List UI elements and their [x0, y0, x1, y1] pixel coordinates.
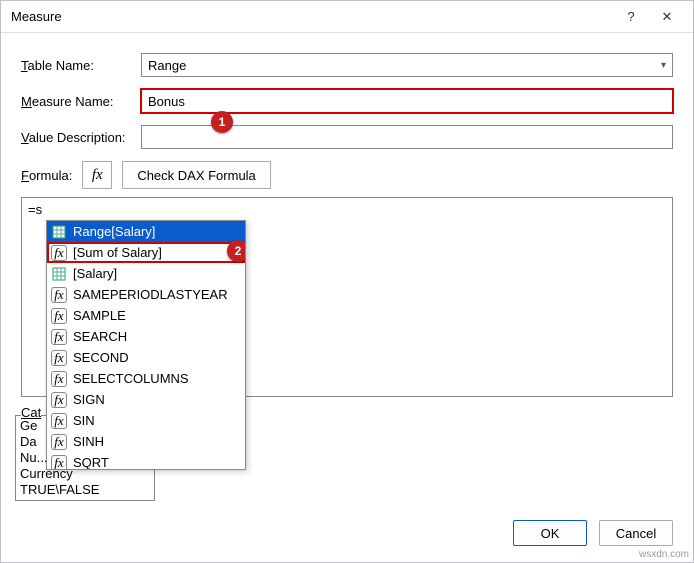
ok-button[interactable]: OK: [513, 520, 587, 546]
autocomplete-item-label: SAMPLE: [73, 308, 126, 323]
table-name-value: Range: [148, 58, 186, 73]
autocomplete-item[interactable]: fx SIN: [47, 410, 245, 431]
autocomplete-item[interactable]: fx SECOND: [47, 347, 245, 368]
annotation-badge-2: 2: [227, 240, 245, 262]
table-name-select[interactable]: Range ▾: [141, 53, 673, 77]
help-icon: ?: [627, 9, 634, 24]
fx-icon: fx: [51, 329, 67, 345]
autocomplete-item-label: [Salary]: [73, 266, 117, 281]
autocomplete-item-label: Range[Salary]: [73, 224, 155, 239]
title-bar: Measure ? ✕: [1, 1, 693, 33]
category-label: Cat: [21, 405, 41, 420]
fx-icon: fx: [51, 245, 67, 261]
autocomplete-item[interactable]: fx SQRT: [47, 452, 245, 469]
dialog-content: Table Name: Range ▾ Measure Name: 1 Valu…: [1, 33, 693, 508]
measure-dialog: Measure ? ✕ Table Name: Range ▾ Measure …: [0, 0, 694, 563]
fx-icon: fx: [51, 350, 67, 366]
close-icon: ✕: [662, 9, 673, 25]
autocomplete-item[interactable]: Range[Salary]: [47, 221, 245, 242]
fx-icon: fx: [51, 455, 67, 470]
autocomplete-item[interactable]: [Salary]: [47, 263, 245, 284]
formula-text: =s: [28, 202, 42, 217]
cancel-button[interactable]: Cancel: [599, 520, 673, 546]
formula-label: Formula:: [21, 168, 72, 183]
measure-name-input[interactable]: [141, 89, 673, 113]
autocomplete-item[interactable]: fx SINH: [47, 431, 245, 452]
fx-icon: fx: [51, 434, 67, 450]
dialog-buttons: OK Cancel: [1, 508, 693, 562]
fx-icon: fx: [51, 287, 67, 303]
check-dax-button[interactable]: Check DAX Formula: [122, 161, 270, 189]
autocomplete-dropdown: Range[Salary] fx [Sum of Salary] 2 [Salary] f…: [46, 220, 246, 470]
measure-name-label: Measure Name:: [21, 94, 133, 109]
autocomplete-item-label: SELECTCOLUMNS: [73, 371, 189, 386]
autocomplete-item[interactable]: fx SAMPLE: [47, 305, 245, 326]
fx-icon: fx: [51, 371, 67, 387]
autocomplete-item[interactable]: fx [Sum of Salary] 2: [47, 242, 245, 263]
dialog-title: Measure: [11, 9, 613, 24]
autocomplete-item-label: SIN: [73, 413, 95, 428]
value-description-label: Value Description:: [21, 130, 133, 145]
fx-icon: fx: [51, 392, 67, 408]
fx-icon[interactable]: fx: [82, 161, 112, 189]
chevron-down-icon: ▾: [661, 60, 666, 71]
category-item[interactable]: TRUE\FALSE: [20, 482, 150, 498]
formula-textarea[interactable]: =s Range[Salary] fx [Sum of Salary] 2 [Salar…: [21, 197, 673, 397]
autocomplete-item-label: SEARCH: [73, 329, 127, 344]
autocomplete-item-label: SINH: [73, 434, 104, 449]
autocomplete-item-label: [Sum of Salary]: [73, 245, 162, 260]
autocomplete-item[interactable]: fx SIGN: [47, 389, 245, 410]
annotation-badge-1: 1: [211, 111, 233, 133]
fx-icon: fx: [51, 413, 67, 429]
autocomplete-item-label: SECOND: [73, 350, 129, 365]
autocomplete-item-label: SIGN: [73, 392, 105, 407]
autocomplete-item-label: SAMEPERIODLASTYEAR: [73, 287, 228, 302]
autocomplete-item-label: SQRT: [73, 455, 109, 469]
table-name-label: Table Name:: [21, 58, 133, 73]
table-icon: [51, 266, 67, 282]
fx-icon: fx: [51, 308, 67, 324]
table-icon: [51, 224, 67, 240]
help-button[interactable]: ?: [613, 3, 649, 31]
close-button[interactable]: ✕: [649, 3, 685, 31]
autocomplete-item[interactable]: fx SAMEPERIODLASTYEAR: [47, 284, 245, 305]
autocomplete-item[interactable]: fx SEARCH: [47, 326, 245, 347]
autocomplete-item[interactable]: fx SELECTCOLUMNS: [47, 368, 245, 389]
watermark: wsxdn.com: [639, 549, 689, 560]
autocomplete-list[interactable]: Range[Salary] fx [Sum of Salary] 2 [Salary] f…: [47, 221, 245, 469]
